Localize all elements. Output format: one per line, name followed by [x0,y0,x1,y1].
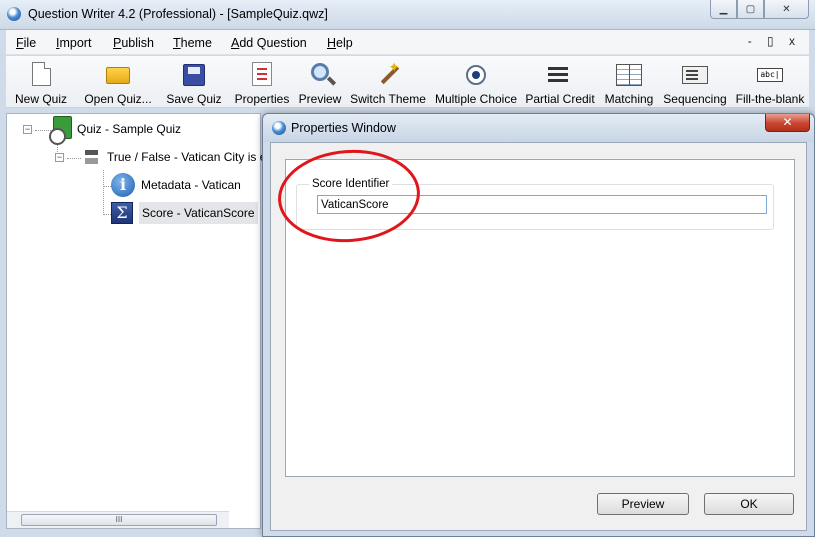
new-quiz-button[interactable]: New Quiz [12,56,70,108]
window-title: Question Writer 4.2 (Professional) - [Sa… [28,7,328,21]
properties-label: Properties [234,92,290,106]
magnifier-icon [307,62,333,88]
preview-button[interactable]: Preview [597,493,689,515]
properties-close-button[interactable]: ✕ [765,114,810,132]
new-document-icon [28,62,54,88]
scrollbar-thumb[interactable]: III [21,514,217,526]
tree-node-score[interactable]: Σ Score - VaticanScore [111,200,258,226]
tree-expander-question[interactable]: − [55,153,64,162]
fill-blank-icon: abc| [757,62,783,88]
open-quiz-button[interactable]: Open Quiz... [82,56,154,108]
tree-label-metadata: Metadata - Vatican [141,178,241,192]
fill-the-blank-button[interactable]: abc| Fill-the-blank [734,56,806,108]
minimize-button[interactable]: ▁ [710,0,737,19]
menu-import[interactable]: Import [56,36,91,50]
mdi-window-controls[interactable]: - ▯ x [748,34,801,48]
tree-label-true-false: True / False - Vatican City is ent [107,150,277,164]
true-false-icon [83,148,101,166]
magic-wand-icon [375,59,401,88]
open-quiz-label: Open Quiz... [84,92,152,106]
partial-credit-label: Partial Credit [525,92,595,106]
info-icon: i [111,173,135,197]
fill-the-blank-label: Fill-the-blank [735,92,805,106]
properties-icon [249,62,275,88]
properties-button[interactable]: Properties [233,56,291,108]
radio-button-icon [463,62,489,88]
save-quiz-button[interactable]: Save Quiz [165,56,223,108]
switch-theme-label: Switch Theme [350,92,426,106]
properties-window-title: Properties Window [291,121,396,135]
close-button[interactable]: ✕ [764,0,809,19]
save-quiz-label: Save Quiz [166,92,222,106]
new-quiz-label: New Quiz [14,92,67,106]
menu-publish[interactable]: Publish [113,36,154,50]
tree-node-quiz[interactable]: Quiz - Sample Quiz [49,116,182,145]
sequencing-button[interactable]: Sequencing [662,56,728,108]
multiple-choice-button[interactable]: Multiple Choice [434,56,518,108]
tree-node-metadata[interactable]: i Metadata - Vatican [111,172,241,198]
open-folder-icon [105,62,131,88]
ok-button[interactable]: OK [704,493,794,515]
matching-label: Matching [604,92,654,106]
menu-theme[interactable]: Theme [173,36,212,50]
properties-title-bar[interactable]: Properties Window ✕ [263,114,814,142]
sigma-icon: Σ [111,202,133,224]
menu-bar: File Import Publish Theme Add Question H… [6,30,809,55]
matching-button[interactable]: Matching [602,56,656,108]
maximize-button[interactable]: ▢ [737,0,764,19]
tree-label-quiz: Quiz - Sample Quiz [77,122,182,136]
menu-help[interactable]: Help [327,36,353,50]
menu-add-question[interactable]: Add Question [231,36,307,50]
app-globe-icon [7,7,21,21]
partial-credit-button[interactable]: Partial Credit [525,56,595,108]
tree-horizontal-scrollbar[interactable]: III [7,511,229,528]
quiz-tree-panel[interactable]: − Quiz - Sample Quiz − True / False - Va… [6,113,276,529]
sequencing-label: Sequencing [663,92,727,106]
preview-toolbar-label: Preview [298,92,342,106]
main-title-bar: Question Writer 4.2 (Professional) - [Sa… [0,0,815,30]
tree-label-score: Score - VaticanScore [139,202,258,224]
grid-icon [616,62,642,88]
globe-icon [272,121,286,135]
floppy-disk-icon [181,62,207,88]
tree-node-true-false[interactable]: True / False - Vatican City is ent [83,144,276,170]
toolbar: New Quiz Open Quiz... Save Quiz Properti… [6,56,809,108]
sequence-icon [682,62,708,88]
menu-file[interactable]: File [16,36,36,50]
multiple-choice-label: Multiple Choice [434,92,518,106]
list-icon [547,62,573,88]
preview-toolbar-button[interactable]: Preview [296,56,344,108]
switch-theme-button[interactable]: Switch Theme [350,56,426,108]
tree-expander-root[interactable]: − [23,125,32,134]
quiz-clock-icon [49,116,72,145]
